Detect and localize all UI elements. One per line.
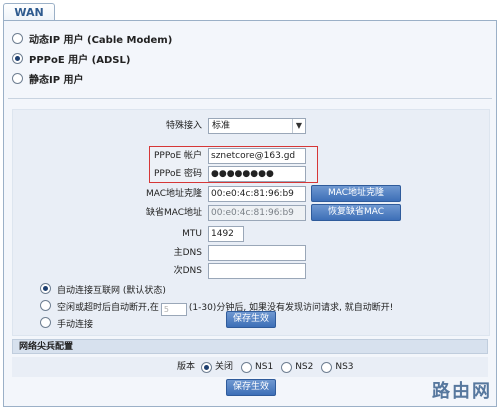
- mac-clone-label: MAC地址克隆: [145, 189, 202, 199]
- radio-version-off[interactable]: [201, 361, 212, 373]
- divider: [8, 98, 492, 99]
- secondary-dns-input[interactable]: [208, 263, 306, 279]
- special-access-select[interactable]: 标准 ▼: [208, 118, 306, 134]
- mac-clone-input[interactable]: 00:e0:4c:81:96:b9: [208, 186, 306, 202]
- pppoe-account-row: PPPoE 帐户 sznetcore@163.gd: [13, 148, 489, 164]
- radio-version-ns1[interactable]: [241, 361, 253, 373]
- idle-disconnect-label-before: 空闲或超时后自动断开,在: [57, 303, 159, 313]
- pppoe-password-label: PPPoE 密码: [153, 169, 202, 179]
- mode-pppoe[interactable]: PPPoE 用户 (ADSL): [12, 51, 482, 71]
- save-button[interactable]: 保存生效: [226, 311, 276, 328]
- default-mac-row: 缺省MAC地址 00:e0:4c:81:96:b9 恢复缺省MAC: [13, 204, 489, 221]
- primary-dns-label: 主DNS: [173, 248, 202, 258]
- manual-connect-label: 手动连接: [57, 320, 94, 330]
- wan-panel: 动态IP 用户 (Cable Modem) PPPoE 用户 (ADSL) 静态…: [3, 20, 497, 407]
- chevron-down-icon[interactable]: ▼: [292, 119, 305, 133]
- default-mac-input: 00:e0:4c:81:96:b9: [208, 205, 306, 221]
- radio-manual-connect[interactable]: [40, 317, 51, 328]
- radio-version-ns3[interactable]: [321, 361, 333, 373]
- primary-dns-input[interactable]: [208, 245, 306, 261]
- pppoe-account-label: PPPoE 帐户: [153, 151, 202, 161]
- pppoe-password-row: PPPoE 密码 ●●●●●●●●: [13, 166, 489, 182]
- watermark-logo: 路由网: [432, 381, 492, 402]
- primary-dns-row: 主DNS: [13, 245, 489, 261]
- network-version-row: 版本 关闭 NS1 NS2 NS3: [12, 357, 488, 377]
- version-option-ns2-label: NS2: [295, 362, 314, 372]
- mode-static-ip-label: 静态IP 用户: [29, 75, 84, 86]
- restore-default-mac-button[interactable]: 恢复缺省MAC: [311, 204, 401, 221]
- radio-idle-disconnect[interactable]: [40, 300, 51, 311]
- idle-timeout-input[interactable]: 5: [160, 303, 187, 316]
- mode-static-ip[interactable]: 静态IP 用户: [12, 71, 482, 91]
- default-mac-label: 缺省MAC地址: [145, 208, 202, 218]
- radio-static-ip[interactable]: [12, 73, 23, 84]
- mode-pppoe-label: PPPoE 用户 (ADSL): [29, 55, 131, 66]
- special-access-value: 标准: [212, 121, 231, 131]
- mode-dynamic-ip-label: 动态IP 用户 (Cable Modem): [29, 35, 173, 46]
- network-save-button[interactable]: 保存生效: [226, 379, 276, 396]
- tab-bar: WAN: [0, 0, 500, 21]
- manual-connect-option[interactable]: 手动连接: [40, 317, 93, 331]
- version-option-ns3[interactable]: NS3: [321, 360, 354, 374]
- pppoe-account-input[interactable]: sznetcore@163.gd: [208, 148, 306, 164]
- mtu-label: MTU: [182, 229, 202, 239]
- mac-clone-row: MAC地址克隆 00:e0:4c:81:96:b9 MAC地址克隆: [13, 185, 489, 202]
- auto-connect-option[interactable]: 自动连接互联网 (默认状态): [40, 283, 166, 297]
- special-access-row: 特殊接入 标准 ▼: [13, 118, 489, 134]
- network-version-options: 关闭 NS1 NS2 NS3: [201, 360, 354, 374]
- pppoe-settings: 特殊接入 标准 ▼ PPPoE 帐户 sznetcore@163.gd PPPo…: [12, 109, 490, 336]
- radio-dynamic-ip[interactable]: [12, 33, 23, 44]
- auto-connect-label: 自动连接互联网 (默认状态): [57, 286, 166, 296]
- radio-pppoe[interactable]: [12, 53, 23, 64]
- version-option-off[interactable]: 关闭: [201, 360, 233, 374]
- secondary-dns-label: 次DNS: [173, 266, 202, 276]
- idle-disconnect-option[interactable]: 空闲或超时后自动断开,在 5 (1-30)分钟后, 如果没有发现访问请求, 就自动断…: [40, 300, 394, 316]
- mtu-row: MTU 1492: [13, 226, 489, 242]
- tab-wan[interactable]: WAN: [3, 3, 55, 21]
- version-option-ns2[interactable]: NS2: [281, 360, 313, 374]
- version-option-off-label: 关闭: [215, 362, 234, 372]
- radio-version-ns2[interactable]: [281, 361, 293, 373]
- connection-mode-list: 动态IP 用户 (Cable Modem) PPPoE 用户 (ADSL) 静态…: [12, 31, 482, 91]
- version-option-ns3-label: NS3: [335, 362, 354, 372]
- mac-clone-button[interactable]: MAC地址克隆: [311, 185, 401, 202]
- version-option-ns1[interactable]: NS1: [241, 360, 273, 374]
- network-section-title: 网络尖兵配置: [12, 339, 488, 354]
- mode-dynamic-ip[interactable]: 动态IP 用户 (Cable Modem): [12, 31, 482, 51]
- idle-disconnect-label-after: (1-30)分钟后, 如果没有发现访问请求, 就自动断开!: [188, 303, 394, 313]
- network-version-label: 版本: [176, 362, 195, 372]
- radio-auto-connect[interactable]: [40, 283, 51, 294]
- mtu-input[interactable]: 1492: [208, 226, 244, 242]
- special-access-label: 特殊接入: [165, 121, 202, 131]
- pppoe-password-input[interactable]: ●●●●●●●●: [208, 166, 306, 182]
- version-option-ns1-label: NS1: [255, 362, 274, 372]
- secondary-dns-row: 次DNS: [13, 263, 489, 279]
